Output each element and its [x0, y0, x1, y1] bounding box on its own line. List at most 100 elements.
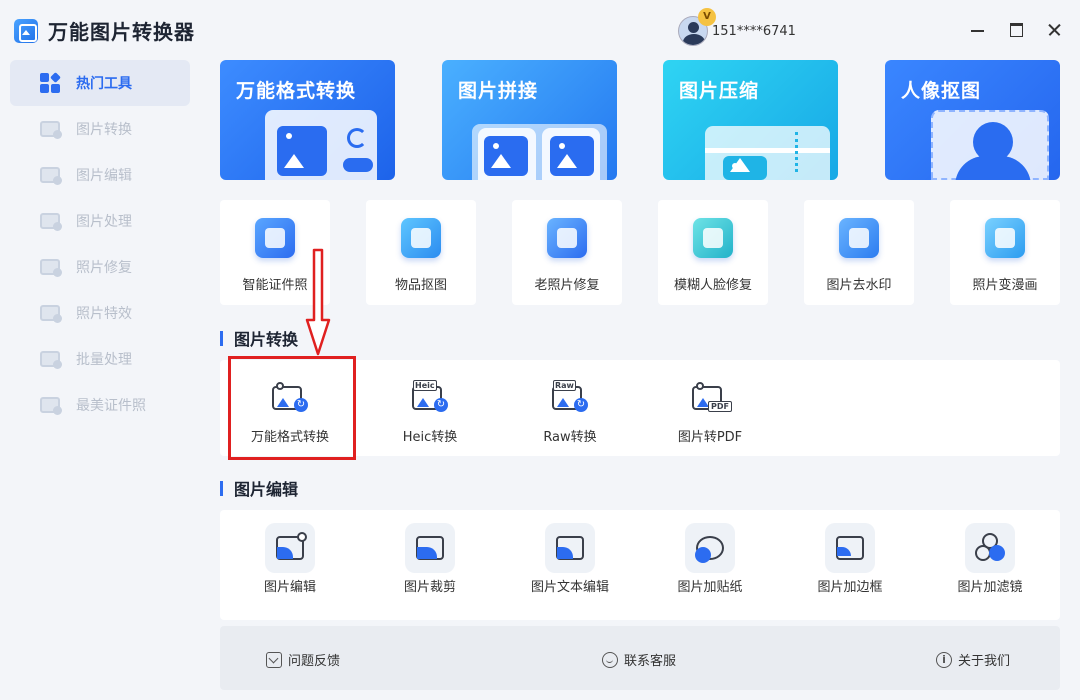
chat-icon	[602, 651, 618, 668]
pdf-icon: PDF	[692, 382, 732, 412]
hero-card-format-convert[interactable]: 万能格式转换	[220, 60, 395, 180]
tool-label: 图片文本编辑	[530, 580, 609, 595]
text-edit-icon	[545, 523, 595, 573]
zipper-icon	[795, 132, 801, 172]
hero-card-image-compress[interactable]: 图片压缩	[663, 60, 838, 180]
filter-icon	[965, 523, 1015, 573]
grid-icon	[40, 72, 61, 93]
tool-label: 图片裁剪	[403, 580, 456, 595]
tool-add-sticker[interactable]: 图片加贴纸	[640, 510, 780, 620]
feature-label: 模糊人脸修复	[673, 278, 752, 293]
image-edit-icon	[265, 523, 315, 573]
section-header-convert: 图片转换	[220, 326, 298, 350]
sidebar-item-photo-repair[interactable]: 照片修复	[10, 244, 190, 290]
download-icon	[693, 218, 733, 258]
sidebar-item-image-edit[interactable]: 图片编辑	[10, 152, 190, 198]
format-convert-illustration	[265, 110, 377, 180]
footer-bar: 问题反馈 联系客服 i 关于我们	[220, 626, 1060, 690]
feedback-label: 问题反馈	[288, 654, 341, 669]
portrait-cutout-illustration	[931, 110, 1049, 180]
image-compress-illustration	[705, 126, 830, 180]
down-arrow-icon	[305, 248, 331, 356]
eraser-icon	[839, 218, 879, 258]
sidebar-item-label: 热门工具	[76, 76, 132, 92]
tool-heic-convert[interactable]: Heic ↻ Heic转换	[360, 360, 500, 456]
id-photo-icon	[40, 397, 62, 415]
image-edit-icon	[40, 167, 62, 185]
sidebar-item-id-photo[interactable]: 最美证件照	[10, 382, 190, 428]
edit-tools-panel: 图片编辑 图片裁剪 图片文本编辑 图片加贴纸 图片加边框 图片加滤镜	[220, 510, 1060, 620]
minimize-button[interactable]	[968, 20, 988, 40]
sidebar-item-label: 图片处理	[76, 214, 132, 230]
tool-image-to-pdf[interactable]: PDF 图片转PDF	[640, 360, 780, 456]
image-convert-icon	[40, 121, 62, 139]
user-account[interactable]: V 151****6741	[678, 8, 796, 46]
tool-image-edit[interactable]: 图片编辑	[220, 510, 360, 620]
toggle-shape	[343, 158, 373, 172]
bag-icon	[401, 218, 441, 258]
feature-photo-to-cartoon[interactable]: 照片变漫画	[950, 200, 1060, 305]
tool-label: Raw转换	[543, 430, 597, 445]
app-title: 万能图片转换器	[14, 16, 195, 45]
sidebar-item-label: 最美证件照	[76, 398, 146, 414]
user-phone: 151****6741	[712, 23, 796, 39]
crop-icon	[405, 523, 455, 573]
tool-label: 图片加边框	[817, 580, 883, 595]
sidebar: 万能图片转换器 热门工具 图片转换 图片编辑 图片处理 照片修复 照片特效 批量…	[0, 0, 200, 700]
refresh-icon	[347, 128, 367, 148]
highlight-box	[228, 356, 356, 460]
wrench-icon	[547, 218, 587, 258]
sidebar-item-batch[interactable]: 批量处理	[10, 336, 190, 382]
raw-icon: Raw ↻	[552, 380, 588, 412]
tool-label: 图片加贴纸	[677, 580, 743, 595]
tool-image-text-edit[interactable]: 图片文本编辑	[500, 510, 640, 620]
sidebar-item-label: 照片特效	[76, 306, 132, 322]
tool-raw-convert[interactable]: Raw ↻ Raw转换	[500, 360, 640, 456]
sidebar-item-photo-effects[interactable]: 照片特效	[10, 290, 190, 336]
vip-badge: V	[698, 8, 716, 26]
tool-label: 图片加滤镜	[957, 580, 1023, 595]
image-icon	[484, 136, 528, 176]
image-stitch-illustration	[472, 124, 607, 180]
sidebar-item-label: 图片编辑	[76, 168, 132, 184]
sticker-icon	[685, 523, 735, 573]
about-link[interactable]: i 关于我们	[936, 650, 1010, 669]
image-icon	[550, 136, 594, 176]
feature-old-photo-repair[interactable]: 老照片修复	[512, 200, 622, 305]
tool-label: Heic转换	[402, 430, 458, 445]
photo-effects-icon	[40, 305, 62, 323]
tool-image-crop[interactable]: 图片裁剪	[360, 510, 500, 620]
photo-repair-icon	[40, 259, 62, 277]
feature-object-cutout[interactable]: 物品抠图	[366, 200, 476, 305]
sidebar-item-label: 图片转换	[76, 122, 132, 138]
feature-blurry-face-repair[interactable]: 模糊人脸修复	[658, 200, 768, 305]
feature-label: 物品抠图	[394, 278, 447, 293]
tool-add-filter[interactable]: 图片加滤镜	[920, 510, 1060, 620]
sidebar-item-image-process[interactable]: 图片处理	[10, 198, 190, 244]
hero-card-portrait-cutout[interactable]: 人像抠图	[885, 60, 1060, 180]
support-link[interactable]: 联系客服	[602, 650, 676, 669]
tool-label: 图片编辑	[263, 580, 316, 595]
section-title: 图片编辑	[234, 480, 299, 499]
feedback-link[interactable]: 问题反馈	[266, 650, 340, 669]
maximize-button[interactable]	[1007, 20, 1027, 40]
feature-label: 图片去水印	[826, 278, 892, 293]
close-button[interactable]	[1045, 20, 1065, 40]
border-icon	[825, 523, 875, 573]
app-logo-icon	[14, 18, 38, 43]
sidebar-item-hot-tools[interactable]: 热门工具	[10, 60, 190, 106]
hero-card-image-stitch[interactable]: 图片拼接	[442, 60, 617, 180]
hero-title: 图片压缩	[679, 80, 760, 102]
section-header-edit: 图片编辑	[220, 476, 298, 500]
hero-title: 人像抠图	[901, 80, 982, 102]
tool-label: 图片转PDF	[677, 430, 743, 445]
batch-process-icon	[40, 351, 62, 369]
feature-label: 老照片修复	[534, 278, 600, 293]
feature-remove-watermark[interactable]: 图片去水印	[804, 200, 914, 305]
app-title-text: 万能图片转换器	[48, 20, 195, 44]
sidebar-item-image-convert[interactable]: 图片转换	[10, 106, 190, 152]
feedback-icon	[266, 651, 282, 668]
section-title: 图片转换	[234, 330, 299, 349]
tool-add-border[interactable]: 图片加边框	[780, 510, 920, 620]
feature-label: 照片变漫画	[972, 278, 1038, 293]
